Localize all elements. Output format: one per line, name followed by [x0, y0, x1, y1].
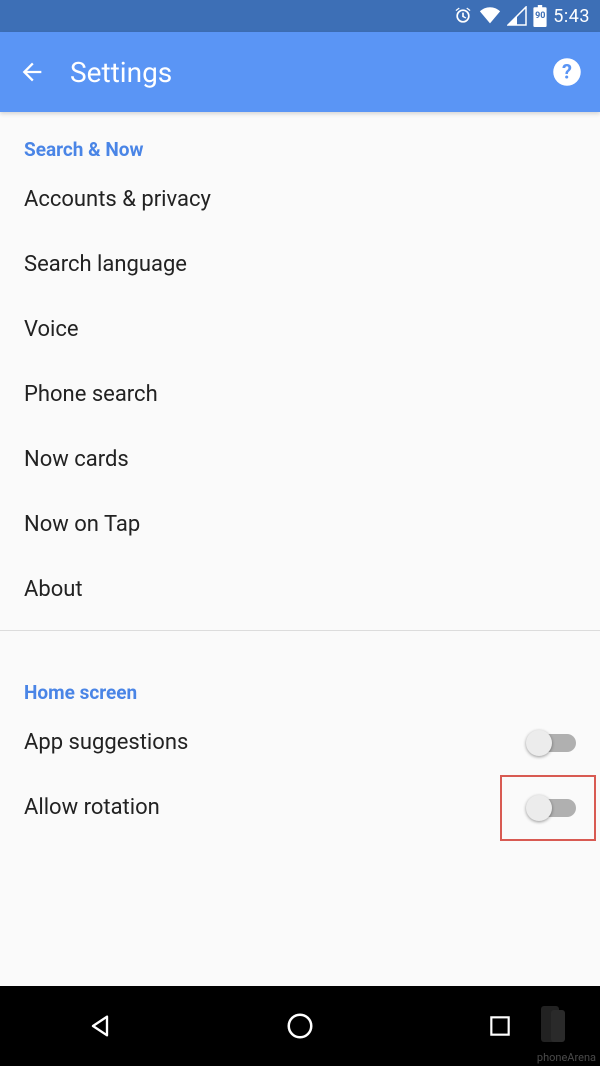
item-label: About: [24, 577, 83, 602]
section-header-home: Home screen: [0, 655, 600, 710]
item-label: Now cards: [24, 447, 129, 472]
toggle-allow-rotation[interactable]: [530, 799, 576, 817]
section-header-search-now: Search & Now: [0, 112, 600, 167]
item-now-on-tap[interactable]: Now on Tap: [0, 492, 600, 557]
back-button[interactable]: [18, 58, 46, 86]
page-title: Settings: [70, 56, 172, 89]
status-bar: 90 5:43: [0, 0, 600, 32]
item-about[interactable]: About: [0, 557, 600, 622]
app-bar: Settings ?: [0, 32, 600, 112]
battery-icon: 90: [533, 5, 547, 27]
item-phone-search[interactable]: Phone search: [0, 362, 600, 427]
help-button[interactable]: ?: [552, 57, 582, 87]
watermark: phoneArena: [537, 1004, 596, 1064]
item-label: Phone search: [24, 382, 158, 407]
item-allow-rotation[interactable]: Allow rotation: [0, 775, 600, 840]
nav-home-button[interactable]: [276, 1002, 324, 1050]
item-app-suggestions[interactable]: App suggestions: [0, 710, 600, 775]
item-label: Now on Tap: [24, 512, 140, 537]
signal-icon: [507, 6, 527, 26]
navigation-bar: phoneArena: [0, 986, 600, 1066]
settings-content: Search & Now Accounts & privacy Search l…: [0, 112, 600, 986]
toggle-knob: [526, 795, 552, 821]
item-label: Allow rotation: [24, 795, 160, 820]
item-search-language[interactable]: Search language: [0, 232, 600, 297]
item-label: Search language: [24, 252, 187, 277]
svg-text:?: ?: [562, 59, 572, 83]
item-accounts-privacy[interactable]: Accounts & privacy: [0, 167, 600, 232]
item-label: Voice: [24, 317, 79, 342]
alarm-icon: [453, 6, 473, 26]
battery-level: 90: [533, 11, 547, 21]
wifi-icon: [479, 6, 501, 26]
nav-back-button[interactable]: [76, 1002, 124, 1050]
item-label: App suggestions: [24, 730, 188, 755]
item-now-cards[interactable]: Now cards: [0, 427, 600, 492]
item-voice[interactable]: Voice: [0, 297, 600, 362]
nav-recent-button[interactable]: [476, 1002, 524, 1050]
status-time: 5:43: [553, 6, 590, 27]
toggle-app-suggestions[interactable]: [530, 734, 576, 752]
watermark-text: phoneArena: [537, 1051, 596, 1064]
toggle-knob: [526, 730, 552, 756]
item-label: Accounts & privacy: [24, 187, 211, 212]
